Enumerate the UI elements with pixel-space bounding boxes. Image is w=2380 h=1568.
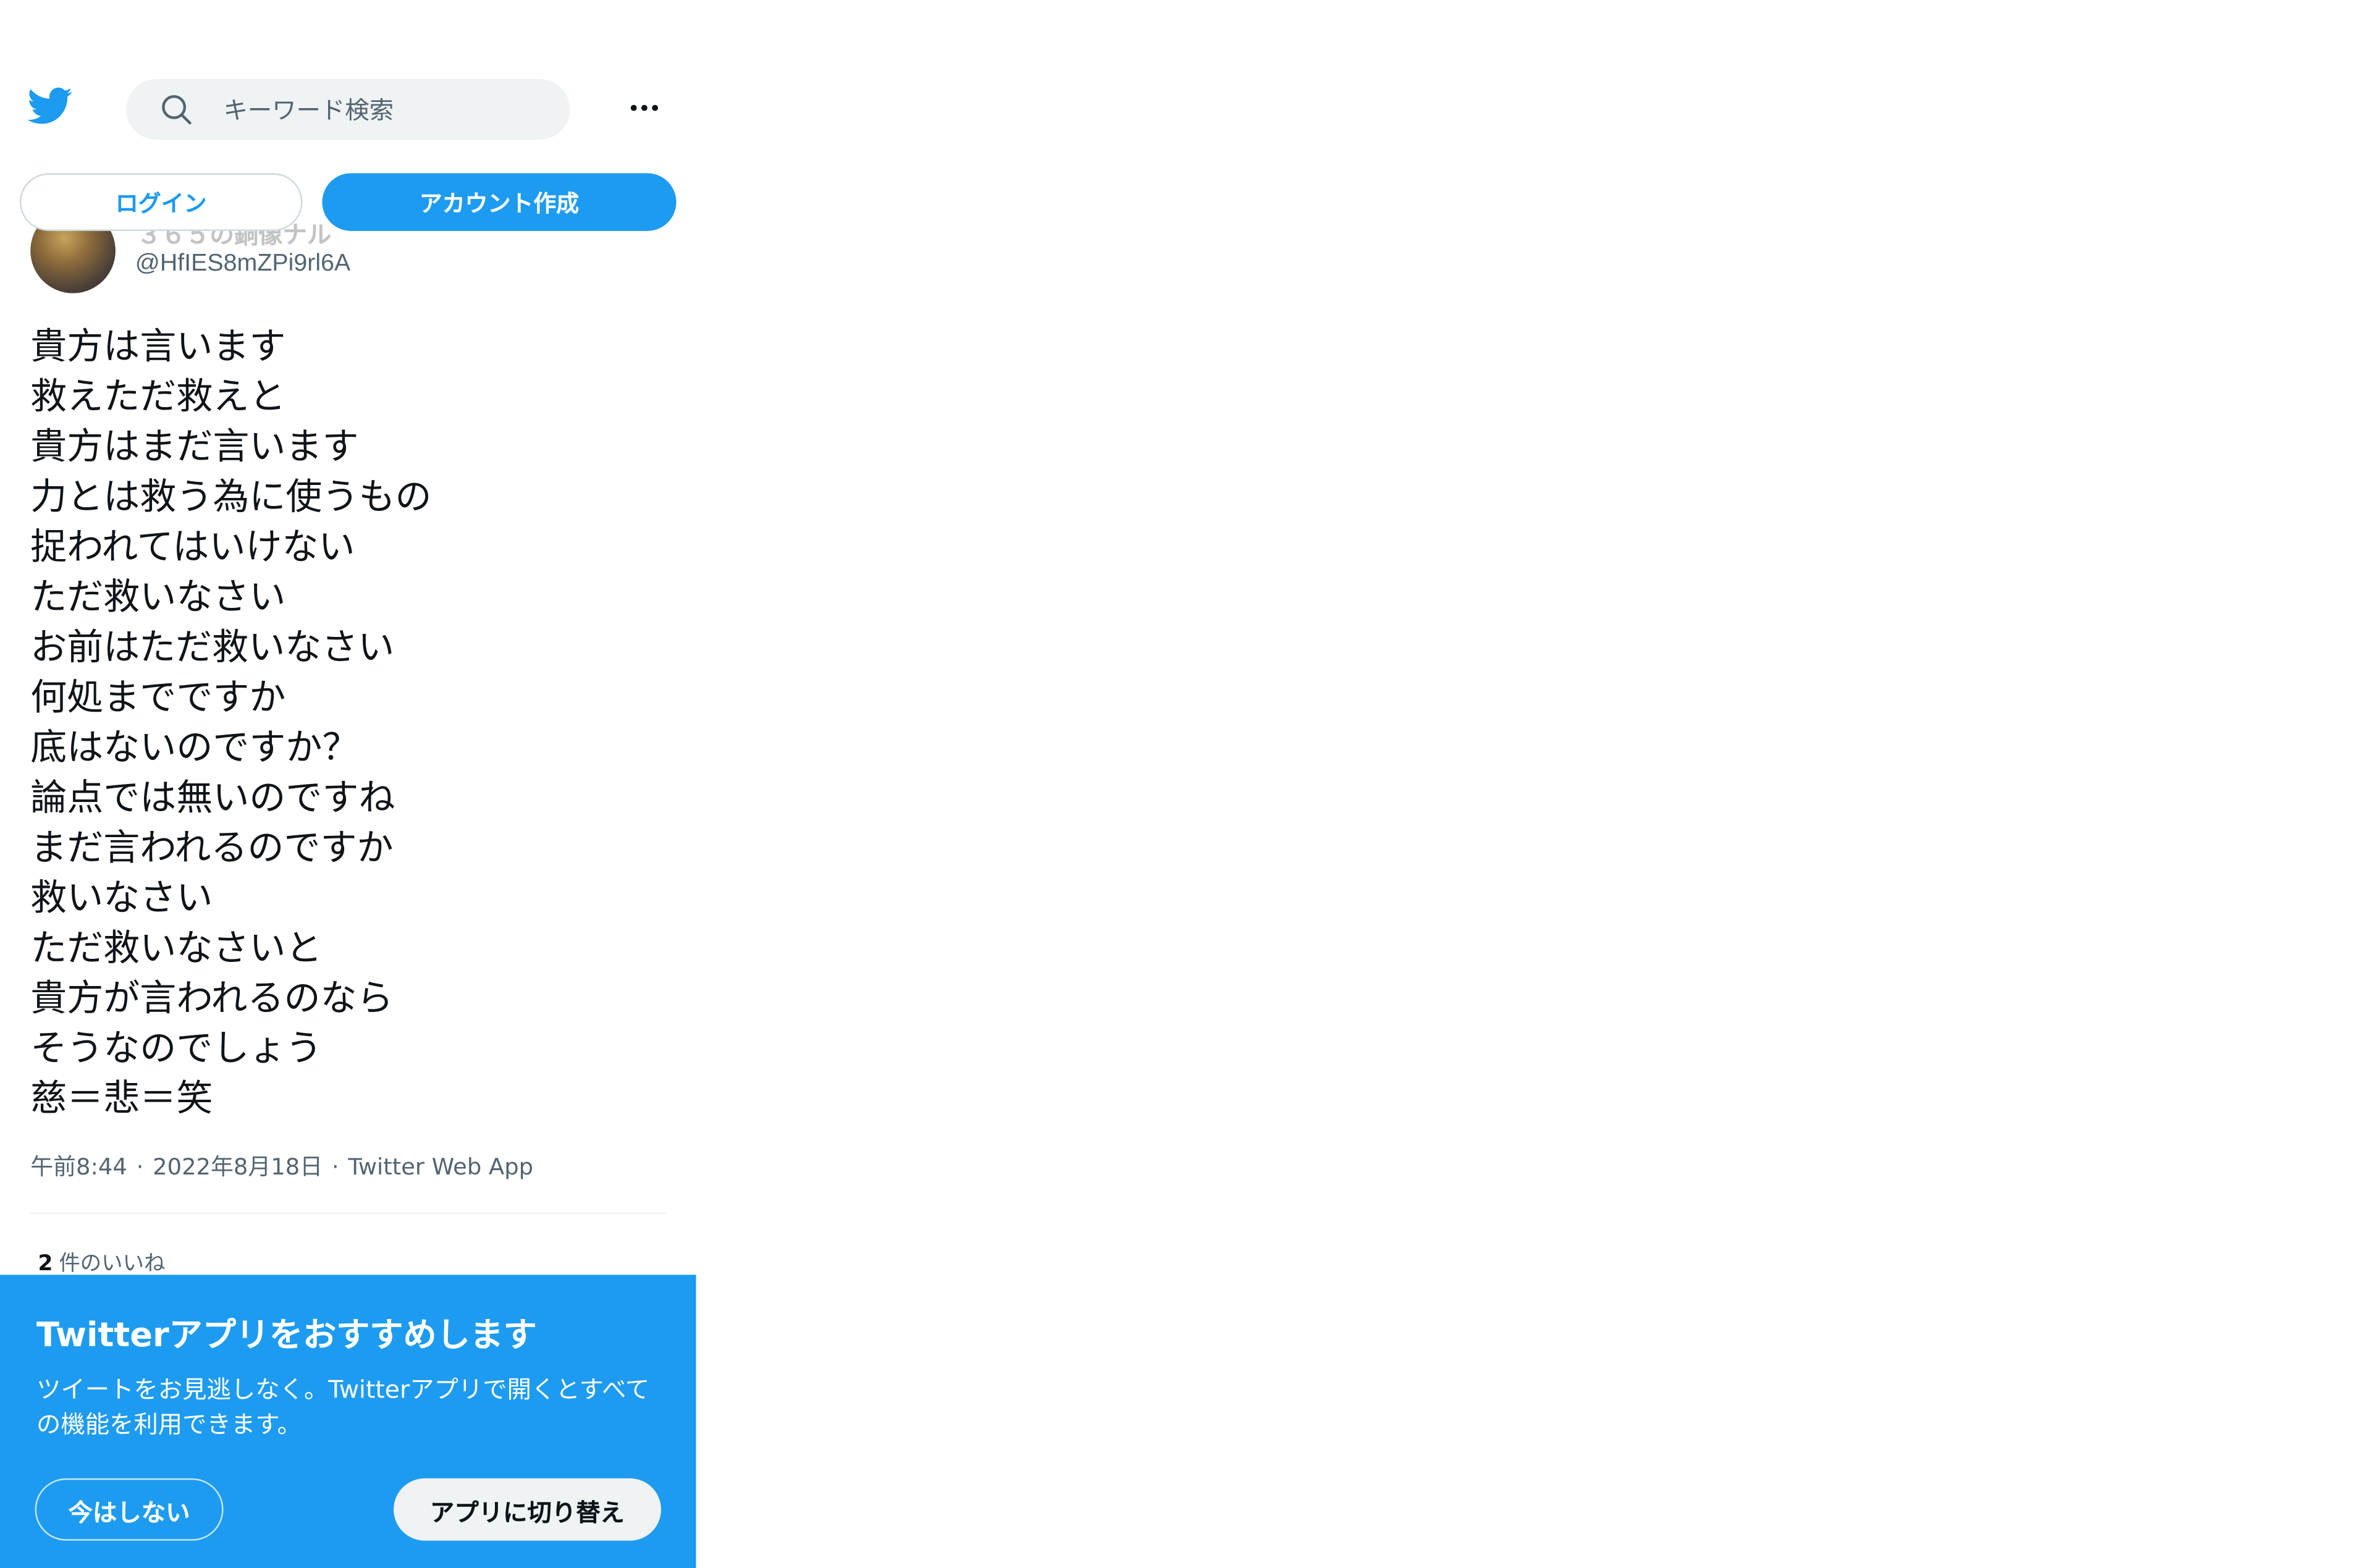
divider bbox=[30, 1212, 666, 1214]
tweet-line: 救えただ救えと bbox=[30, 375, 286, 418]
banner-description: ツイートをお見逃しなく。Twitterアプリで開くとすべての機能を利用できます。 bbox=[36, 1375, 650, 1439]
more-options-icon[interactable] bbox=[623, 91, 665, 125]
tweet-line: まだ言われるのですか bbox=[30, 826, 394, 869]
tweet-line: 貴方はまだ言います bbox=[30, 425, 359, 468]
search-input[interactable] bbox=[223, 78, 543, 140]
likes-count-link[interactable]: 2 件のいいね bbox=[38, 1247, 165, 1278]
tweet-line: 捉われてはいけない bbox=[30, 525, 355, 568]
likes-count: 2 bbox=[38, 1252, 53, 1276]
app-promo-banner: Twitterアプリをおすすめします ツイートをお見逃しなく。Twitterアプ… bbox=[0, 1275, 696, 1568]
tweet-time-link[interactable]: 午前8:44 bbox=[30, 1153, 127, 1181]
twitter-bird-icon[interactable] bbox=[27, 86, 73, 126]
tweet-line: 貴方が言われるのなら bbox=[30, 977, 394, 1020]
search-box[interactable] bbox=[126, 78, 570, 140]
tweet-line: 力とは救う為に使うもの bbox=[30, 475, 432, 518]
tweet-line: 慈＝悲＝笑 bbox=[30, 1077, 213, 1120]
tweet-line: ただ救いなさいと bbox=[30, 927, 323, 970]
tweet-line: 救いなさい bbox=[30, 877, 213, 919]
tweet-line: 貴方は言います bbox=[30, 325, 286, 368]
not-now-button[interactable]: 今はしない bbox=[35, 1478, 224, 1541]
tweet-line: お前はただ救いなさい bbox=[30, 626, 395, 669]
search-icon bbox=[162, 95, 192, 125]
tweet-line: 論点では無いのですね bbox=[30, 776, 395, 819]
auth-bar: ログイン アカウント作成 bbox=[19, 173, 677, 231]
tweet-source-link[interactable]: Twitter Web App bbox=[348, 1153, 533, 1181]
login-button[interactable]: ログイン bbox=[19, 173, 303, 231]
author-handle[interactable]: @HfIES8mZPi9rl6A bbox=[135, 251, 350, 278]
separator: · bbox=[331, 1153, 339, 1181]
tweet-line: 何処までですか bbox=[30, 676, 286, 719]
tweet-column: ３６５の銅像ナル @HfIES8mZPi9rl6A ログイン アカウント作成 貴… bbox=[0, 0, 696, 1568]
likes-label: 件のいいね bbox=[59, 1252, 166, 1276]
banner-title: Twitterアプリをおすすめします bbox=[36, 1317, 537, 1355]
create-account-button[interactable]: アカウント作成 bbox=[322, 173, 677, 231]
separator: · bbox=[136, 1153, 144, 1181]
switch-to-app-button[interactable]: アプリに切り替え bbox=[394, 1478, 661, 1541]
tweet-text: 貴方は言います 救えただ救えと 貴方はまだ言います 力とは救う為に使うもの 捉わ… bbox=[30, 322, 669, 1124]
tweet-metadata: 午前8:44 · 2022年8月18日 · Twitter Web App bbox=[30, 1150, 533, 1182]
tweet-date-link[interactable]: 2022年8月18日 bbox=[153, 1153, 323, 1181]
tweet-line: ただ救いなさい bbox=[30, 576, 286, 618]
tweet-line: そうなのでしょう bbox=[30, 1027, 323, 1070]
tweet-line: 底はないのですか？ bbox=[30, 726, 359, 769]
